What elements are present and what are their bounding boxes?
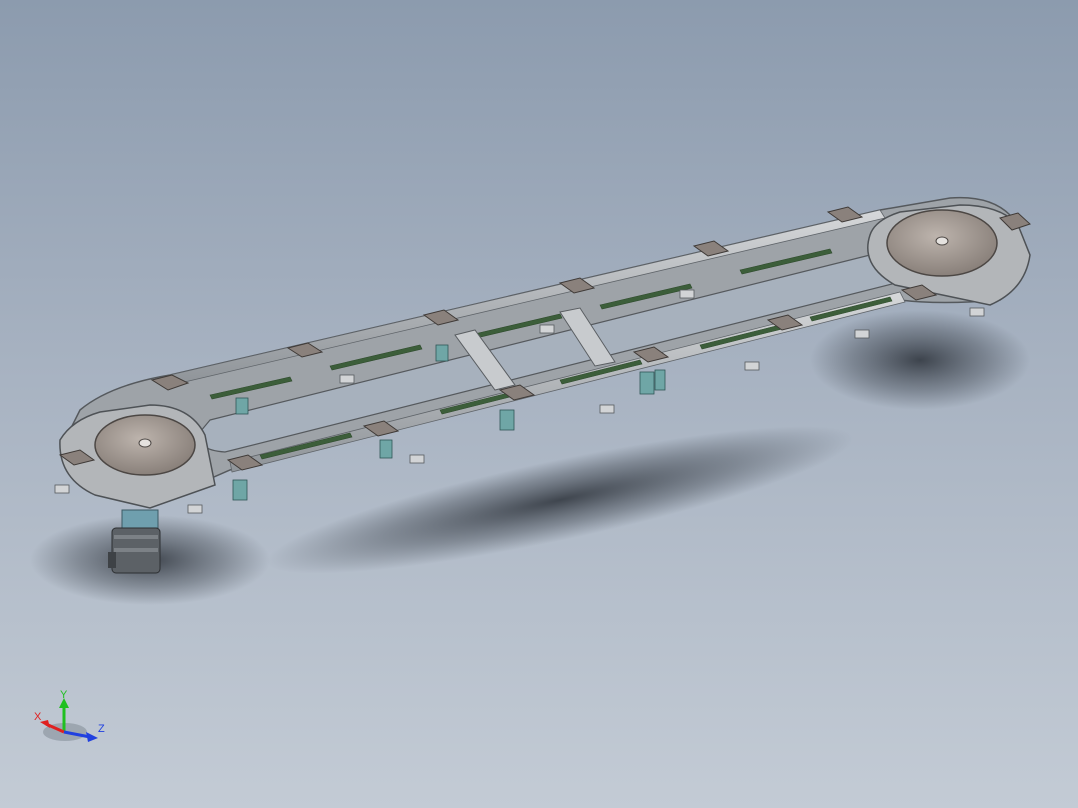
reference-triad: X Y Z — [34, 690, 105, 742]
z-axis-arrow-icon — [86, 732, 98, 742]
z-axis-label: Z — [98, 723, 105, 735]
y-axis-label: Y — [60, 690, 68, 701]
graphics-viewport[interactable]: X Y Z — [0, 0, 1078, 808]
x-axis-arrow-icon — [40, 720, 50, 728]
x-axis-label: X — [34, 711, 42, 723]
sprocket-hub-left — [138, 438, 152, 448]
cad-model-view[interactable] — [0, 0, 1078, 808]
sprocket-hub-right — [935, 236, 949, 246]
